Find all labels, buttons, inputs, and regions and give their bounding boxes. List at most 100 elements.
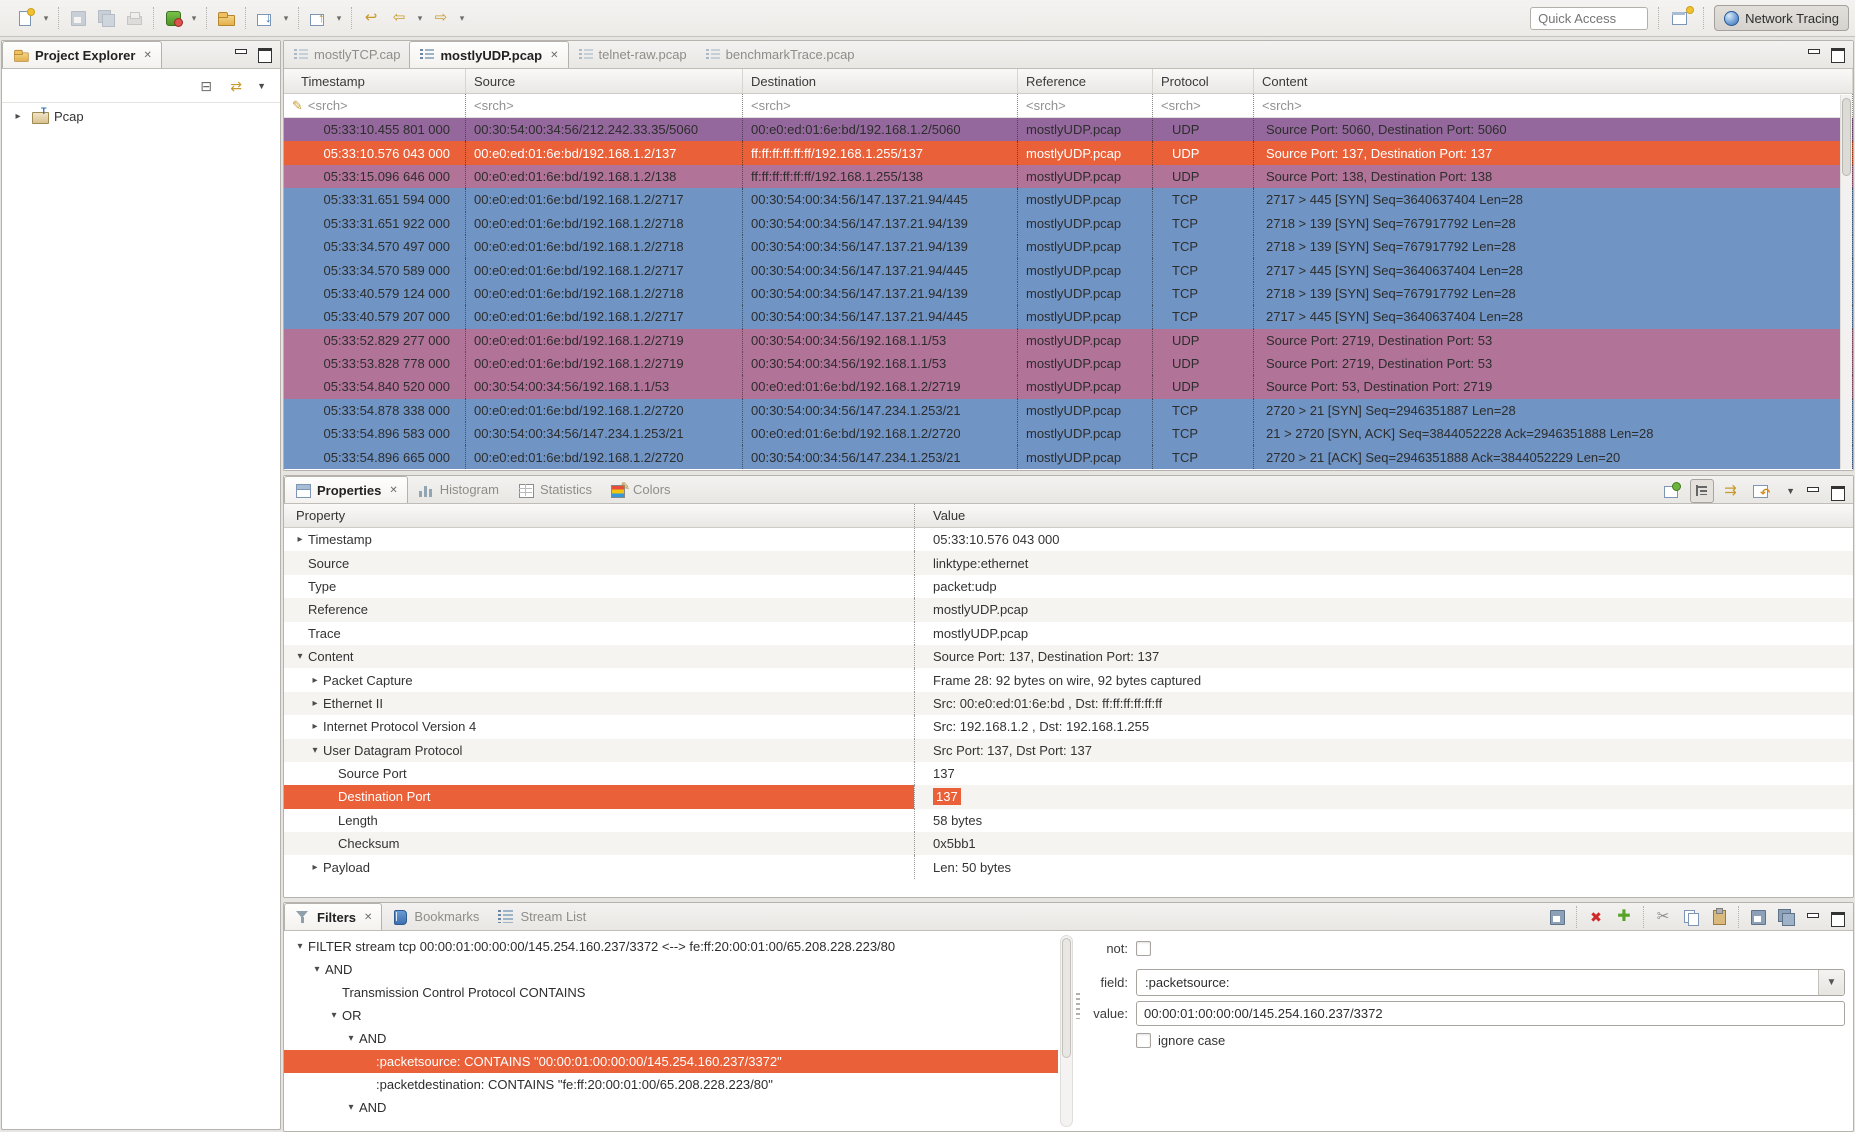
search-cell-reference[interactable]: <srch>	[1018, 94, 1153, 117]
packet-row[interactable]: 05:33:52.829 277 000 00:e0:ed:01:6e:bd/1…	[284, 329, 1853, 352]
packet-row[interactable]: 05:33:54.840 520 000 00:30:54:00:34:56/1…	[284, 375, 1853, 398]
filter-tree-row[interactable]: ▾ AND	[284, 958, 1058, 981]
packet-reference[interactable]: mostlyUDP.pcap	[1018, 445, 1153, 468]
sort-icon[interactable]	[1724, 482, 1742, 500]
packet-timestamp[interactable]: 05:33:34.570 589 000	[284, 258, 466, 281]
new-trace-button[interactable]	[13, 6, 37, 30]
filter-tree-row[interactable]: Transmission Control Protocol CONTAINS	[284, 981, 1058, 1004]
packet-destination[interactable]: 00:30:54:00:34:56/147.137.21.94/139	[743, 282, 1018, 305]
delete-filter-icon[interactable]: ✖	[1587, 908, 1605, 926]
packet-protocol[interactable]: TCP	[1153, 212, 1254, 235]
record-button[interactable]	[161, 6, 185, 30]
packet-reference[interactable]: mostlyUDP.pcap	[1018, 212, 1153, 235]
last-edit-location-button[interactable]: ↩	[359, 6, 383, 30]
packet-timestamp[interactable]: 05:33:34.570 497 000	[284, 235, 466, 258]
value-input[interactable]	[1136, 1001, 1845, 1026]
packet-row[interactable]: 05:33:54.896 583 000 00:30:54:00:34:56/1…	[284, 422, 1853, 445]
packet-source[interactable]: 00:e0:ed:01:6e:bd/192.168.1.2/2718	[466, 212, 743, 235]
packet-source[interactable]: 00:e0:ed:01:6e:bd/192.168.1.2/2720	[466, 399, 743, 422]
link-with-editor-icon[interactable]: ⇄	[227, 77, 245, 95]
back-dropdown-icon[interactable]: ▾	[415, 13, 425, 24]
packet-protocol[interactable]: UDP	[1153, 165, 1254, 188]
packet-destination[interactable]: 00:30:54:00:34:56/147.137.21.94/445	[743, 305, 1018, 328]
expand-arrow-icon[interactable]: ▾	[307, 745, 323, 756]
packet-content[interactable]: 2718 > 139 [SYN] Seq=767917792 Len=28	[1254, 212, 1853, 235]
packet-reference[interactable]: mostlyUDP.pcap	[1018, 118, 1153, 141]
filter-tree-scrollbar[interactable]	[1060, 935, 1073, 1127]
filter-tree-row[interactable]: ▾ FILTER stream tcp 00:00:01:00:00:00/14…	[284, 935, 1058, 958]
export-button[interactable]	[306, 6, 330, 30]
print-button[interactable]	[122, 6, 146, 30]
packet-row[interactable]: 05:33:10.576 043 000 00:e0:ed:01:6e:bd/1…	[284, 141, 1853, 164]
export-filters-icon[interactable]	[1777, 908, 1795, 926]
save-all-button[interactable]	[94, 6, 118, 30]
property-row[interactable]: ▾ Content Source Port: 137, Destination …	[284, 645, 1853, 668]
search-cell-content[interactable]: <srch>	[1254, 94, 1853, 117]
packet-destination[interactable]: 00:e0:ed:01:6e:bd/192.168.1.2/2720	[743, 422, 1018, 445]
new-dropdown-icon[interactable]: ▾	[41, 13, 51, 24]
packet-reference[interactable]: mostlyUDP.pcap	[1018, 422, 1153, 445]
tab-telnet-raw[interactable]: telnet-raw.pcap	[569, 41, 696, 68]
property-row[interactable]: Reference mostlyUDP.pcap	[284, 598, 1853, 621]
packet-row[interactable]: 05:33:34.570 589 000 00:e0:ed:01:6e:bd/1…	[284, 258, 1853, 281]
packet-timestamp[interactable]: 05:33:54.878 338 000	[284, 399, 466, 422]
tab-histogram[interactable]: Histogram	[408, 476, 508, 503]
packet-protocol[interactable]: TCP	[1153, 422, 1254, 445]
packet-reference[interactable]: mostlyUDP.pcap	[1018, 235, 1153, 258]
filter-tree-row[interactable]: :packetdestination: CONTAINS "fe:ff:20:0…	[284, 1073, 1058, 1096]
close-icon[interactable]: ✕	[389, 485, 397, 496]
minimize-icon[interactable]	[1805, 485, 1820, 498]
filter-tree-row[interactable]: ▾ AND	[284, 1027, 1058, 1050]
packet-content[interactable]: Source Port: 2719, Destination Port: 53	[1254, 329, 1853, 352]
packet-content[interactable]: 2720 > 21 [ACK] Seq=2946351888 Ack=38440…	[1254, 445, 1853, 468]
packet-source[interactable]: 00:30:54:00:34:56/192.168.1.1/53	[466, 375, 743, 398]
packet-protocol[interactable]: TCP	[1153, 399, 1254, 422]
maximize-icon[interactable]	[1830, 485, 1845, 498]
packet-timestamp[interactable]: 05:33:54.896 665 000	[284, 445, 466, 468]
packet-content[interactable]: 2717 > 445 [SYN] Seq=3640637404 Len=28	[1254, 188, 1853, 211]
expand-arrow-icon[interactable]: ▾	[343, 1102, 359, 1113]
packet-timestamp[interactable]: 05:33:40.579 124 000	[284, 282, 466, 305]
tab-benchmarktrace[interactable]: benchmarkTrace.pcap	[696, 41, 864, 68]
packet-content[interactable]: 2720 > 21 [SYN] Seq=2946351887 Len=28	[1254, 399, 1853, 422]
expand-arrow-icon[interactable]: ▾	[292, 941, 308, 952]
expand-arrow-icon[interactable]: ▸	[307, 862, 323, 873]
open-trace-button[interactable]	[214, 6, 238, 30]
packet-protocol[interactable]: TCP	[1153, 282, 1254, 305]
property-row[interactable]: ▸ Ethernet II Src: 00:e0:ed:01:6e:bd , D…	[284, 692, 1853, 715]
property-row[interactable]: Checksum 0x5bb1	[284, 832, 1853, 855]
editor-vertical-scrollbar[interactable]	[1840, 95, 1852, 469]
expand-arrow-icon[interactable]: ▾	[292, 651, 308, 662]
packet-timestamp[interactable]: 05:33:15.096 646 000	[284, 165, 466, 188]
tab-project-explorer[interactable]: Project Explorer ✕	[2, 41, 162, 68]
ignore-case-checkbox[interactable]	[1136, 1033, 1151, 1048]
packet-destination[interactable]: 00:30:54:00:34:56/147.137.21.94/139	[743, 235, 1018, 258]
packet-protocol[interactable]: UDP	[1153, 329, 1254, 352]
packet-source[interactable]: 00:e0:ed:01:6e:bd/192.168.1.2/2720	[466, 445, 743, 468]
maximize-icon[interactable]	[1830, 911, 1845, 924]
packet-content[interactable]: Source Port: 2719, Destination Port: 53	[1254, 352, 1853, 375]
packet-timestamp[interactable]: 05:33:31.651 922 000	[284, 212, 466, 235]
packet-timestamp[interactable]: 05:33:31.651 594 000	[284, 188, 466, 211]
packet-reference[interactable]: mostlyUDP.pcap	[1018, 188, 1153, 211]
combo-dropdown-button[interactable]: ▼	[1818, 970, 1844, 995]
maximize-icon[interactable]	[1830, 47, 1845, 60]
export-table-icon[interactable]	[1752, 482, 1770, 500]
expand-arrow-icon[interactable]: ▸	[307, 698, 323, 709]
property-row[interactable]: Type packet:udp	[284, 575, 1853, 598]
tree-mode-icon[interactable]	[1693, 482, 1711, 500]
packet-row[interactable]: 05:33:40.579 124 000 00:e0:ed:01:6e:bd/1…	[284, 282, 1853, 305]
packet-reference[interactable]: mostlyUDP.pcap	[1018, 305, 1153, 328]
packet-destination[interactable]: 00:30:54:00:34:56/147.137.21.94/445	[743, 258, 1018, 281]
packet-timestamp[interactable]: 05:33:54.840 520 000	[284, 375, 466, 398]
packet-row[interactable]: 05:33:15.096 646 000 00:e0:ed:01:6e:bd/1…	[284, 165, 1853, 188]
packet-destination[interactable]: 00:e0:ed:01:6e:bd/192.168.1.2/5060	[743, 118, 1018, 141]
scrollbar-thumb[interactable]	[1842, 98, 1851, 176]
property-row[interactable]: ▸ Internet Protocol Version 4 Src: 192.1…	[284, 715, 1853, 738]
packet-content[interactable]: Source Port: 138, Destination Port: 138	[1254, 165, 1853, 188]
packet-timestamp[interactable]: 05:33:10.455 801 000	[284, 118, 466, 141]
minimize-icon[interactable]	[1805, 911, 1820, 924]
packet-row[interactable]: 05:33:31.651 922 000 00:e0:ed:01:6e:bd/1…	[284, 212, 1853, 235]
packet-destination[interactable]: 00:30:54:00:34:56/147.234.1.253/21	[743, 399, 1018, 422]
tab-properties[interactable]: Properties ✕	[284, 476, 408, 503]
